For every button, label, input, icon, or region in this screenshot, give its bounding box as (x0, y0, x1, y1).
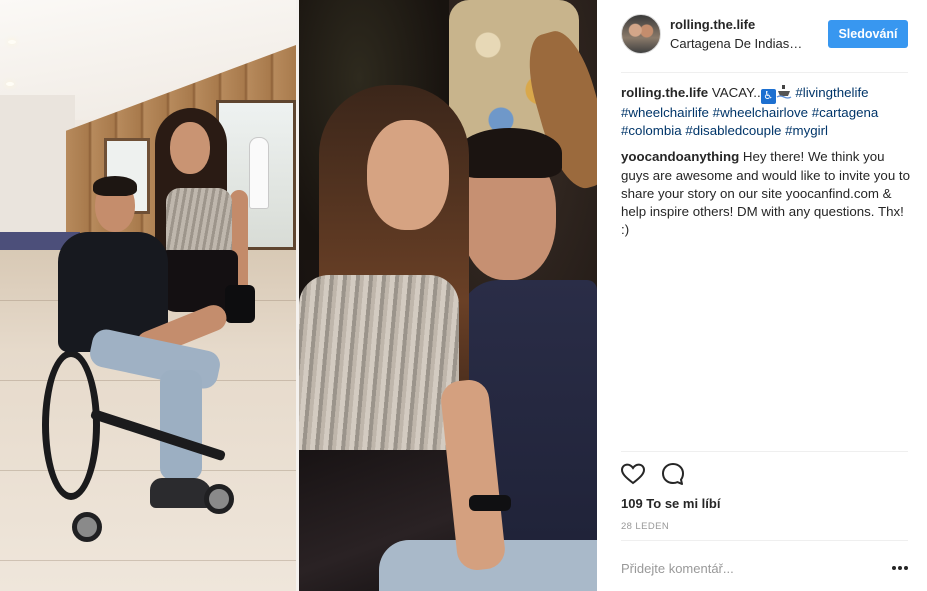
wheelchair-wheel (42, 350, 100, 500)
floor-line (0, 470, 296, 471)
actions-divider (621, 451, 908, 452)
heart-outline-icon[interactable] (619, 460, 647, 488)
woman-face (170, 122, 210, 174)
dot (892, 566, 896, 570)
handbag (225, 285, 255, 323)
man-hair (457, 128, 562, 178)
dot (904, 566, 908, 570)
caption: rolling.the.life VACAY.. ♿ #livingthelife… (621, 84, 911, 140)
ceiling-light (6, 82, 14, 86)
wheelchair-symbol-icon: ♿ (760, 89, 776, 104)
speech-bubble-icon[interactable] (659, 460, 687, 488)
hashtag-link[interactable]: #wheelchairlove (713, 105, 808, 120)
hashtag-link[interactable]: #cartagena (812, 105, 879, 120)
dot (898, 566, 902, 570)
hashtag-link[interactable]: #livingthelife (795, 85, 868, 100)
header-divider (621, 72, 908, 73)
photo-collage-right (299, 0, 597, 591)
floor-line (0, 380, 296, 381)
woman-top (299, 275, 459, 460)
comments-list: rolling.the.life VACAY.. ♿ #livingthelife… (621, 84, 911, 247)
hashtag-link[interactable]: #mygirl (785, 123, 828, 138)
likes-count[interactable]: 109 To se mi líbí (621, 496, 720, 511)
follow-button[interactable]: Sledování (828, 20, 908, 48)
author-username-link[interactable]: rolling.the.life (670, 17, 755, 32)
post-photo[interactable] (0, 0, 597, 591)
passenger-ship-icon (776, 84, 792, 99)
wheelchair-caster (72, 512, 102, 542)
caption-text: VACAY.. (711, 85, 761, 100)
post-sidebar: rolling.the.life Cartagena De Indias… Sl… (597, 0, 927, 591)
hashtag-link[interactable]: #colombia (621, 123, 682, 138)
ceiling-light (8, 40, 16, 44)
wheelchair-caster (204, 484, 234, 514)
man-shin (160, 370, 202, 480)
ellipsis-icon[interactable] (891, 560, 909, 576)
hashtag-link[interactable]: #disabledcouple (685, 123, 781, 138)
add-comment-input[interactable] (621, 558, 871, 578)
wristwatch (469, 495, 511, 511)
heron-figure (250, 138, 268, 208)
post-header: rolling.the.life Cartagena De Indias… Sl… (597, 0, 927, 72)
post-date[interactable]: 28 LEDEN (621, 521, 669, 532)
caption-username-link[interactable]: rolling.the.life (621, 85, 708, 100)
avatar[interactable] (621, 14, 661, 54)
comment-input-divider (621, 540, 908, 541)
location-link[interactable]: Cartagena De Indias… (670, 36, 802, 51)
woman-face (367, 120, 449, 230)
floor-line (0, 560, 296, 561)
photo-collage-left (0, 0, 296, 591)
comment-item: yoocandoanything Hey there! We think you… (621, 148, 911, 239)
comment-username-link[interactable]: yoocandoanything (621, 149, 739, 164)
hallway-wall (0, 95, 75, 235)
man-hair (93, 176, 137, 196)
hashtag-link[interactable]: #wheelchairlife (621, 105, 709, 120)
man-shoe (150, 478, 212, 508)
